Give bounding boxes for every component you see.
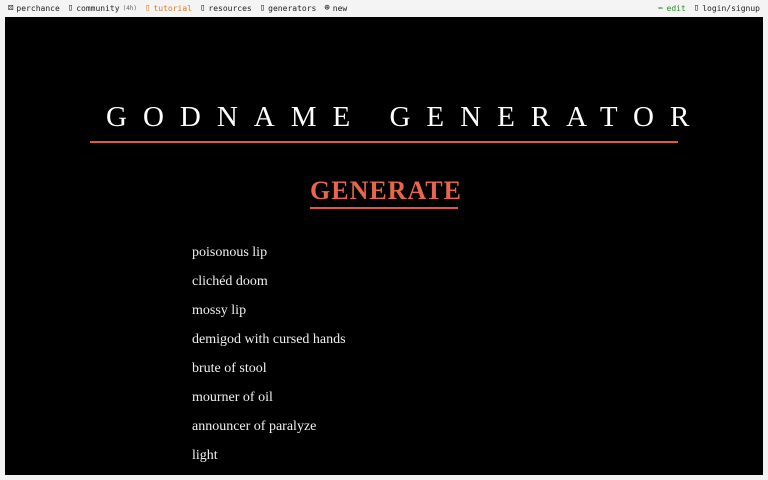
title-divider	[90, 141, 678, 143]
community-icon: ▯	[67, 3, 74, 13]
result-item: mossy lip	[192, 303, 247, 318]
nav-tutorial-label: tutorial	[153, 4, 192, 13]
plus-circle-icon: ⊕	[324, 3, 330, 13]
results-list: poisonous lip clichéd doom mossy lip dem…	[192, 243, 346, 475]
nav-resources-label: resources	[208, 4, 252, 13]
nav-community-label: community	[76, 4, 120, 13]
nav-tutorial[interactable]: ▯ tutorial	[145, 3, 192, 14]
nav-generators[interactable]: ▯ generators	[259, 3, 317, 14]
nav-right: ✏ edit ▯ login/signup	[650, 3, 768, 14]
generators-icon: ▯	[259, 3, 266, 13]
nav-edit-label: edit	[666, 4, 686, 13]
nav-community-count: (4h)	[122, 5, 138, 12]
nav-left: ⚄ perchance ▯ community (4h) ▯ tutorial …	[0, 3, 355, 14]
nav-login-signup[interactable]: ▯ login/signup	[693, 3, 760, 14]
dice-icon: ⚄	[8, 3, 14, 13]
result-item: poisonous lip	[192, 245, 268, 260]
generator-frame: GODNAME GENERATOR GENERATE poisonous lip…	[5, 17, 763, 475]
page-title: GODNAME GENERATOR	[106, 101, 706, 133]
result-item: mourner of oil	[192, 390, 273, 405]
nav-new-label: new	[332, 4, 348, 13]
login-icon: ▯	[693, 3, 700, 13]
result-item: light	[192, 448, 218, 463]
result-item: demigod with cursed hands	[192, 332, 346, 347]
result-item: brute of stool	[192, 361, 267, 376]
result-item: clichéd doom	[192, 274, 268, 289]
nav-generators-label: generators	[268, 4, 317, 13]
pencil-icon: ✏	[658, 3, 664, 13]
top-nav-bar: ⚄ perchance ▯ community (4h) ▯ tutorial …	[0, 0, 768, 17]
nav-resources[interactable]: ▯ resources	[199, 3, 252, 14]
generate-button[interactable]: GENERATE	[310, 176, 461, 206]
nav-login-signup-label: login/signup	[702, 4, 760, 13]
resources-icon: ▯	[199, 3, 206, 13]
nav-new[interactable]: ⊕ new	[324, 3, 348, 14]
nav-edit[interactable]: ✏ edit	[658, 3, 686, 14]
tutorial-icon: ▯	[145, 3, 151, 13]
result-item: announcer of paralyze	[192, 419, 317, 434]
nav-community[interactable]: ▯ community (4h)	[67, 3, 138, 14]
nav-perchance-label: perchance	[16, 4, 60, 13]
generate-underline	[310, 207, 458, 209]
nav-perchance[interactable]: ⚄ perchance	[8, 3, 60, 14]
